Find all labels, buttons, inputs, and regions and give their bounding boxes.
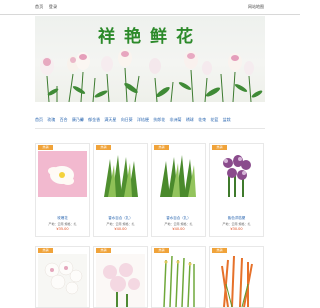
product-image: [96, 151, 145, 197]
product-meta: 产地：云南 规格：扎: [106, 222, 135, 226]
product-meta: 产地：云南 规格：扎: [222, 222, 251, 226]
nav-item[interactable]: 绣球: [186, 117, 194, 122]
product-card[interactable]: 热销: [93, 246, 148, 308]
product-card[interactable]: 热销 玫瑰花 产地：云南 规格：扎 ¥35.00: [35, 143, 90, 237]
hero-banner: 祥艳鲜花: [35, 16, 265, 102]
nav-item[interactable]: 盆栽: [223, 117, 231, 122]
product-card[interactable]: 热销: [209, 246, 264, 308]
top-bar: 首页 登录 网站地图: [0, 0, 300, 15]
product-card[interactable]: 热销 香水百合（扎） 产地：云南 规格：扎 ¥40.00: [93, 143, 148, 237]
hot-badge: 热销: [212, 248, 227, 253]
product-image: [154, 151, 203, 197]
product-image: [38, 254, 87, 307]
login-link[interactable]: 登录: [49, 4, 57, 9]
sitemap-link[interactable]: 网站地图: [248, 4, 264, 10]
product-image: [38, 151, 87, 197]
product-image: [154, 254, 203, 307]
hot-badge: 热销: [38, 248, 53, 253]
nav-item[interactable]: 非洲菊: [170, 117, 182, 122]
product-name[interactable]: 玫瑰花: [36, 216, 89, 221]
product-card[interactable]: 热销: [35, 246, 90, 308]
nav-item[interactable]: 花束: [198, 117, 206, 122]
product-price: ¥40.00: [114, 227, 127, 231]
product-name[interactable]: 香水百合（扎）: [94, 216, 147, 221]
product-meta: 产地：云南 规格：扎: [164, 222, 193, 226]
product-name[interactable]: 紫色洋桔梗: [210, 216, 263, 221]
nav-item[interactable]: 首页: [35, 117, 43, 122]
top-links: 首页 登录: [35, 4, 61, 10]
product-image: [96, 254, 145, 307]
hot-badge: 热销: [212, 145, 227, 150]
product-card[interactable]: 热销 香水百合（扎） 产地：云南 规格：扎 ¥40.00: [151, 143, 206, 237]
category-nav: 首页 玫瑰 百合 康乃馨 郁金香 满天星 向日葵 洋桔梗 扶郎花 非洲菊 绣球 …: [35, 117, 265, 123]
product-price: ¥40.00: [172, 227, 185, 231]
nav-item[interactable]: 康乃馨: [72, 117, 84, 122]
nav-item[interactable]: 向日葵: [121, 117, 133, 122]
product-card[interactable]: 热销: [151, 246, 206, 308]
product-card[interactable]: 热销 紫色洋桔梗 产地：云南 规格：扎 ¥30.00: [209, 143, 264, 237]
home-link[interactable]: 首页: [35, 4, 43, 9]
product-price: ¥30.00: [230, 227, 243, 231]
nav-item[interactable]: 扶郎花: [153, 117, 165, 122]
hot-badge: 热销: [96, 248, 111, 253]
product-image: [212, 254, 261, 307]
nav-item[interactable]: 洋桔梗: [137, 117, 149, 122]
nav-item[interactable]: 满天星: [104, 117, 116, 122]
nav-item[interactable]: 郁金香: [88, 117, 100, 122]
nav-item[interactable]: 玫瑰: [47, 117, 55, 122]
hot-badge: 热销: [154, 145, 169, 150]
nav-divider: [35, 128, 265, 129]
product-image: [212, 151, 261, 197]
flowers-illustration: [40, 49, 263, 102]
nav-item[interactable]: 花篮: [210, 117, 218, 122]
hot-badge: 热销: [154, 248, 169, 253]
hot-badge: 热销: [38, 145, 53, 150]
product-meta: 产地：云南 规格：扎: [48, 222, 77, 226]
product-price: ¥35.00: [56, 227, 69, 231]
nav-item[interactable]: 百合: [60, 117, 68, 122]
product-name[interactable]: 香水百合（扎）: [152, 216, 205, 221]
hot-badge: 热销: [96, 145, 111, 150]
